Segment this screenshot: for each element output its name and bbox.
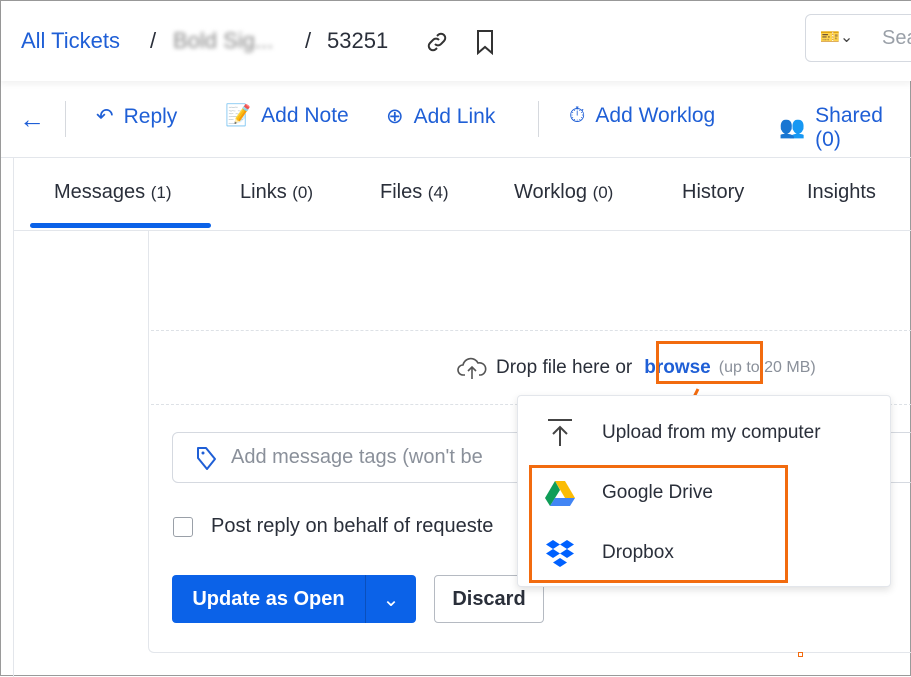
- add-link-label: Add Link: [413, 104, 496, 128]
- menu-item-label: Upload from my computer: [602, 422, 821, 443]
- search-box[interactable]: 🎫⌄ Sea: [805, 14, 911, 62]
- add-note-button[interactable]: 📝 Add Note: [225, 104, 349, 128]
- search-input[interactable]: Sea: [882, 27, 911, 50]
- update-button-group: Update as Open ⌄: [172, 575, 416, 623]
- behalf-label: Post reply on behalf of requeste: [211, 515, 494, 537]
- divider: [13, 158, 14, 677]
- bookmark-icon[interactable]: [475, 29, 495, 55]
- users-icon: 👥: [779, 116, 806, 139]
- upload-icon: [548, 419, 572, 446]
- cloud-upload-icon: [457, 357, 487, 379]
- tags-placeholder: Add message tags (won't be: [231, 446, 483, 468]
- divider: [151, 330, 911, 331]
- link-icon[interactable]: [425, 30, 449, 54]
- note-icon: 📝: [225, 104, 252, 127]
- tab-history[interactable]: History: [682, 181, 744, 204]
- tab-files[interactable]: Files (4): [380, 181, 449, 204]
- ticket-icon[interactable]: 🎫⌄: [820, 27, 853, 47]
- tab-worklog[interactable]: Worklog (0): [514, 181, 613, 204]
- tab-insights[interactable]: Insights: [807, 181, 876, 204]
- add-worklog-label: Add Worklog: [595, 104, 716, 127]
- reply-button[interactable]: ↶ Reply: [96, 104, 177, 129]
- shared-button[interactable]: 👥 Shared (0): [779, 104, 910, 152]
- breadcrumb-all-tickets[interactable]: All Tickets: [21, 28, 120, 54]
- tag-icon: [197, 446, 216, 470]
- reply-icon: ↶: [96, 105, 114, 128]
- back-arrow-icon[interactable]: ←: [19, 104, 45, 135]
- shared-label: Shared (0): [815, 104, 883, 151]
- add-link-button[interactable]: ⊕ Add Link: [386, 104, 495, 129]
- highlight-box: [656, 341, 763, 384]
- drop-text: Drop file here or: [496, 357, 633, 378]
- tab-messages[interactable]: Messages (1): [54, 181, 172, 204]
- reply-label: Reply: [123, 104, 178, 128]
- divider: [538, 101, 539, 137]
- highlight-box: [529, 465, 788, 583]
- header: [1, 1, 911, 81]
- active-tab-indicator: [30, 223, 211, 228]
- chevron-down-icon[interactable]: ⌄: [366, 575, 416, 623]
- breadcrumb-separator: /: [305, 28, 312, 53]
- globe-icon: ⊕: [386, 105, 404, 128]
- add-note-label: Add Note: [261, 104, 349, 127]
- ticket-id: 53251: [327, 28, 389, 53]
- behalf-checkbox[interactable]: [173, 517, 193, 537]
- menu-item-upload-computer[interactable]: Upload from my computer: [518, 403, 890, 463]
- add-worklog-button[interactable]: ⏱ Add Worklog: [569, 104, 715, 128]
- update-as-open-button[interactable]: Update as Open: [172, 575, 366, 623]
- marker: [798, 652, 803, 657]
- tab-links[interactable]: Links (0): [240, 181, 313, 204]
- breadcrumb-account[interactable]: Bold Sig...: [173, 28, 273, 54]
- divider: [65, 101, 66, 137]
- breadcrumb-separator: /: [150, 28, 157, 53]
- stopwatch-icon: ⏱: [569, 104, 586, 127]
